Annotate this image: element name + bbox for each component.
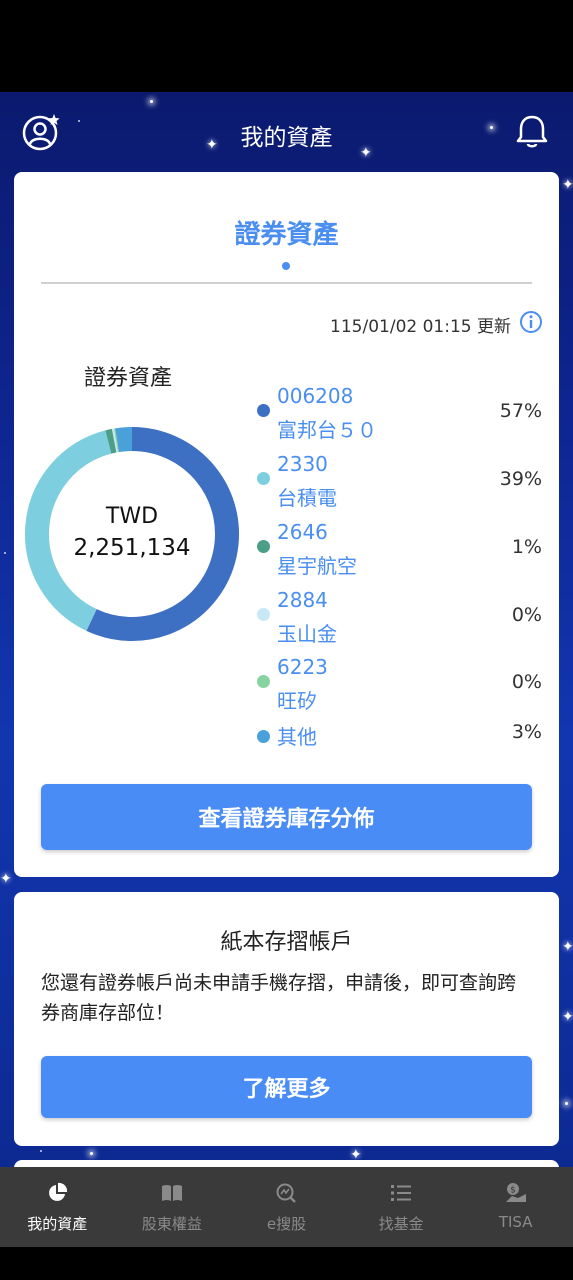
card-title: 紙本存摺帳戶 bbox=[220, 930, 353, 955]
tab-divider bbox=[41, 282, 532, 284]
nav-label: e搜股 bbox=[266, 1215, 307, 1233]
nav-tisa[interactable]: $ TISA bbox=[458, 1167, 573, 1247]
holding-name: 富邦台５０ bbox=[277, 418, 377, 442]
tab-securities-assets[interactable]: 證券資產 bbox=[14, 214, 559, 251]
status-bar bbox=[0, 0, 573, 92]
nav-my-assets[interactable]: 我的資產 bbox=[0, 1167, 115, 1247]
view-holdings-button[interactable]: 查看證券庫存分佈 bbox=[41, 784, 532, 850]
securities-asset-card: 證券資產 115/01/02 01:15 更新 證券資產 TWD 2,251,1… bbox=[14, 172, 559, 877]
legend-dot bbox=[257, 730, 270, 743]
holding-name: 玉山金 bbox=[277, 622, 337, 646]
holding-item[interactable]: 2884 玉山金 0% bbox=[257, 586, 542, 654]
holding-code: 2884 bbox=[277, 588, 328, 612]
holding-item[interactable]: 006208 富邦台５０ 57% bbox=[257, 382, 542, 450]
bell-icon[interactable] bbox=[510, 110, 554, 154]
holding-code: 6223 bbox=[277, 655, 328, 679]
legend-dot bbox=[257, 675, 270, 688]
holding-name: 其他 bbox=[277, 725, 317, 749]
paper-passbook-card: 紙本存摺帳戶 您還有證券帳戶尚未申請手機存摺，申請後，即可查詢跨券商庫存部位！ … bbox=[14, 892, 559, 1146]
holding-percent: 0% bbox=[511, 671, 542, 693]
money-hand-icon: $ bbox=[504, 1181, 528, 1205]
nav-label: 我的資產 bbox=[27, 1215, 88, 1233]
book-icon bbox=[160, 1181, 184, 1205]
holding-percent: 0% bbox=[511, 604, 542, 626]
donut-slice bbox=[115, 427, 133, 453]
legend-dot bbox=[257, 608, 270, 621]
holding-item[interactable]: 2330 台積電 39% bbox=[257, 450, 542, 518]
donut-center: TWD 2,251,134 bbox=[24, 502, 240, 564]
legend-dot bbox=[257, 404, 270, 417]
page-title: 我的資產 bbox=[240, 125, 333, 151]
info-icon[interactable] bbox=[519, 310, 543, 339]
holding-percent: 3% bbox=[511, 721, 542, 743]
holding-item[interactable]: 2646 星宇航空 1% bbox=[257, 518, 542, 586]
nav-label: 股東權益 bbox=[141, 1215, 202, 1233]
bottom-nav: 我的資產 股東權益 e搜股 找基金 $ TISA bbox=[0, 1167, 573, 1247]
donut-slice bbox=[105, 428, 117, 454]
nav-stock-search[interactable]: e搜股 bbox=[229, 1167, 344, 1247]
legend-dot bbox=[257, 540, 270, 553]
holding-name: 星宇航空 bbox=[277, 554, 357, 578]
holding-percent: 39% bbox=[499, 468, 542, 490]
section-label: 證券資產 bbox=[84, 366, 173, 391]
holding-name: 台積電 bbox=[277, 486, 337, 510]
page-indicator-dot bbox=[282, 262, 290, 270]
holding-item[interactable]: 其他 3% bbox=[257, 721, 542, 761]
holding-percent: 57% bbox=[499, 400, 542, 422]
svg-text:$: $ bbox=[510, 1186, 516, 1196]
top-bar: 我的資產 bbox=[0, 92, 573, 172]
total-amount: 2,251,134 bbox=[73, 535, 191, 561]
system-nav-strip bbox=[0, 1247, 573, 1280]
legend-dot bbox=[257, 472, 270, 485]
update-timestamp: 115/01/02 01:15 更新 bbox=[330, 317, 511, 337]
card-description: 您還有證券帳戶尚未申請手機存摺，申請後，即可查詢跨券商庫存部位！ bbox=[41, 972, 517, 1024]
learn-more-button[interactable]: 了解更多 bbox=[41, 1056, 532, 1118]
total-currency: TWD bbox=[105, 504, 159, 529]
holding-code: 2646 bbox=[277, 520, 328, 544]
update-row: 115/01/02 01:15 更新 bbox=[330, 310, 543, 339]
holding-item[interactable]: 6223 旺矽 0% bbox=[257, 653, 542, 721]
nav-shareholder-rights[interactable]: 股東權益 bbox=[115, 1167, 230, 1247]
nav-label: 找基金 bbox=[378, 1215, 424, 1233]
holding-code: 2330 bbox=[277, 452, 328, 476]
list-icon bbox=[389, 1181, 413, 1205]
nav-find-fund[interactable]: 找基金 bbox=[344, 1167, 459, 1247]
holding-code: 006208 bbox=[277, 384, 354, 408]
nav-label: TISA bbox=[498, 1213, 533, 1231]
holdings-legend: 006208 富邦台５０ 57% 2330 台積電 39% 2646 星宇航空 … bbox=[257, 382, 542, 749]
holding-name: 旺矽 bbox=[277, 689, 317, 713]
pie-chart-icon bbox=[45, 1181, 69, 1205]
search-chart-icon bbox=[274, 1181, 298, 1205]
holding-percent: 1% bbox=[511, 536, 542, 558]
